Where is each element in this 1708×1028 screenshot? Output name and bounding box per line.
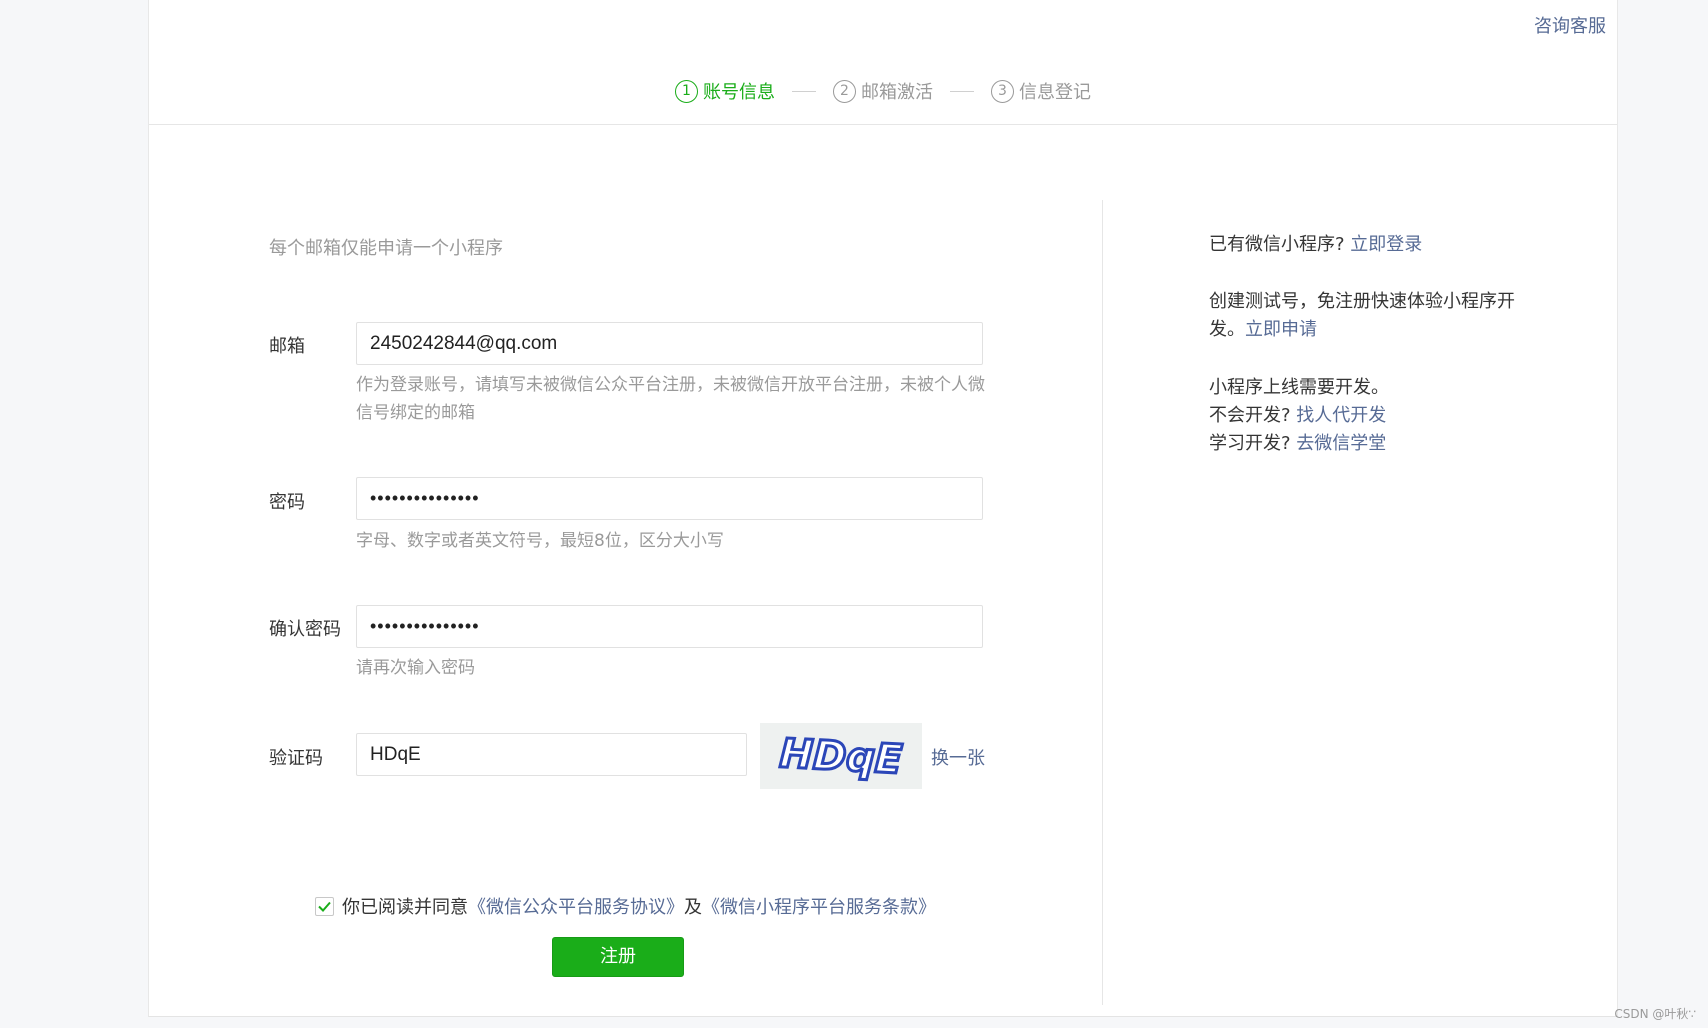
step-label: 账号信息 [703,82,775,103]
service-agreement-link[interactable]: 《微信公众平台服务协议》 [468,893,684,919]
step-label: 邮箱激活 [861,82,933,103]
step-email-activation: 2 邮箱激活 [833,78,933,104]
check-icon [318,901,331,912]
refresh-captcha-link[interactable]: 换一张 [931,744,985,770]
confirm-password-hint: 请再次输入密码 [356,658,475,678]
step-number: 1 [675,79,698,103]
step-account-info: 1 账号信息 [675,78,775,104]
captcha-input[interactable]: HDqE [356,733,747,776]
captcha-graphic: HDqE [777,729,905,784]
apply-test-link[interactable]: 立即申请 [1245,319,1317,340]
step-number: 2 [833,79,856,103]
agreement-middle: 及 [684,897,702,918]
login-prompt: 已有微信小程序? 立即登录 [1209,231,1422,259]
captcha-image[interactable]: HDqE [760,723,922,789]
confirm-password-input[interactable]: ••••••••••••••• [356,605,983,648]
password-input[interactable]: ••••••••••••••• [356,477,983,520]
step-separator [950,90,974,92]
captcha-text: HDqE [779,731,904,783]
register-button[interactable]: 注册 [552,937,684,977]
step-number: 3 [991,79,1014,103]
find-developer-link[interactable]: 找人代开发 [1296,405,1386,426]
header-divider [149,124,1617,125]
password-label: 密码 [269,492,305,513]
step-info-registration: 3 信息登记 [991,78,1091,104]
step-label: 信息登记 [1019,82,1091,103]
password-hint: 字母、数字或者英文符号，最短8位，区分大小写 [356,531,724,551]
login-prefix: 已有微信小程序? [1209,234,1345,255]
no-dev-prefix: 不会开发? [1209,405,1291,426]
step-indicator: 1 账号信息 2 邮箱激活 3 信息登记 [149,76,1617,106]
step-separator [792,90,816,92]
dev-required-text: 小程序上线需要开发。 [1209,377,1389,398]
column-divider [1102,200,1103,1005]
no-dev-row: 不会开发? 找人代开发 [1209,402,1389,430]
agreement-checkbox[interactable] [315,896,334,916]
learn-prefix: 学习开发? [1209,433,1291,454]
email-label: 邮箱 [269,336,305,357]
wechat-academy-link[interactable]: 去微信学堂 [1296,433,1386,454]
login-link[interactable]: 立即登录 [1350,234,1422,255]
agreement-prefix: 你已阅读并同意 [342,897,468,918]
miniprogram-terms-link[interactable]: 《微信小程序平台服务条款》 [702,893,936,919]
captcha-label: 验证码 [269,748,323,769]
email-hint: 作为登录账号，请填写未被微信公众平台注册，未被微信开放平台注册，未被个人微信号绑… [356,375,985,423]
dev-prompt: 小程序上线需要开发。 不会开发? 找人代开发 学习开发? 去微信学堂 [1209,374,1389,458]
consult-service-link[interactable]: 咨询客服 [1534,12,1606,38]
confirm-password-label: 确认密码 [269,619,341,640]
register-panel: 咨询客服 1 账号信息 2 邮箱激活 3 信息登记 每个邮箱仅能申请一个小程序 … [148,0,1618,1017]
email-input[interactable]: 2450242844@qq.com [356,322,983,365]
agreement-row: 你已阅读并同意 《微信公众平台服务协议》 及 《微信小程序平台服务条款》 [315,893,936,919]
watermark: CSDN @叶秋∵ [1614,1007,1696,1021]
test-account-prompt: 创建测试号，免注册快速体验小程序开发。立即申请 [1209,288,1519,344]
form-tip: 每个邮箱仅能申请一个小程序 [269,238,503,259]
learn-dev-row: 学习开发? 去微信学堂 [1209,430,1389,458]
